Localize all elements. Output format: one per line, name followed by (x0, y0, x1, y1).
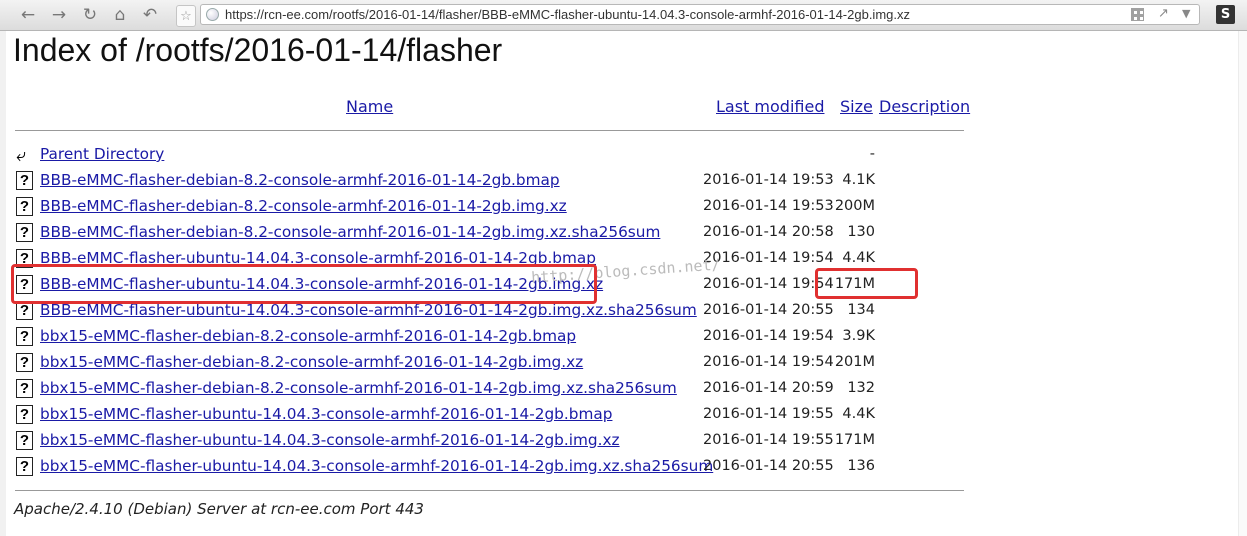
file-row: ? bbx15-eMMC-flasher-debian-8.2-console-a… (0, 377, 1000, 403)
home-icon[interactable]: ⌂ (108, 3, 132, 27)
file-modified: 2016-01-14 19:54 (703, 250, 834, 266)
back-icon[interactable]: ← (16, 3, 40, 27)
column-header-description[interactable]: Description (879, 97, 970, 116)
file-modified: 2016-01-14 19:54 (703, 354, 834, 370)
file-link[interactable]: bbx15-eMMC-flasher-debian-8.2-console-ar… (40, 353, 583, 371)
file-row: ? bbx15-eMMC-flasher-debian-8.2-console-a… (0, 351, 1000, 377)
file-row: ? BBB-eMMC-flasher-debian-8.2-console-arm… (0, 221, 1000, 247)
file-size: - (869, 146, 875, 162)
file-modified: 2016-01-14 20:59 (703, 380, 834, 396)
file-size: 134 (847, 302, 875, 318)
file-link[interactable]: bbx15-eMMC-flasher-ubuntu-14.04.3-consol… (40, 431, 620, 449)
unknown-file-icon: ? (16, 457, 33, 476)
file-size: 171M (834, 432, 875, 448)
file-modified: 2016-01-14 19:53 (703, 172, 834, 188)
file-row: ? bbx15-eMMC-flasher-debian-8.2-console-a… (0, 325, 1000, 351)
file-link[interactable]: bbx15-eMMC-flasher-debian-8.2-console-ar… (40, 327, 576, 345)
address-bar[interactable]: https://rcn-ee.com/rootfs/2016-01-14/fla… (200, 4, 1200, 25)
highlight-box-filename (11, 264, 597, 304)
file-modified: 2016-01-14 19:55 (703, 432, 834, 448)
unknown-file-icon: ? (16, 379, 33, 398)
column-header-name[interactable]: Name (346, 97, 393, 116)
unknown-file-icon: ? (16, 405, 33, 424)
file-row: ? bbx15-eMMC-flasher-ubuntu-14.04.3-conso… (0, 429, 1000, 455)
unknown-file-icon: ? (16, 223, 33, 242)
extension-button[interactable]: S (1216, 5, 1235, 24)
forward-icon[interactable]: → (47, 3, 71, 27)
highlight-box-size (815, 268, 918, 299)
file-size: 4.4K (842, 250, 875, 266)
file-link[interactable]: BBB-eMMC-flasher-debian-8.2-console-armh… (40, 223, 660, 241)
file-modified: 2016-01-14 19:55 (703, 406, 834, 422)
dropdown-icon[interactable]: ▼ (1182, 7, 1190, 20)
server-signature: Apache/2.4.10 (Debian) Server at rcn-ee.… (14, 500, 424, 518)
file-modified: 2016-01-14 20:58 (703, 224, 834, 240)
file-size: 4.4K (842, 406, 875, 422)
column-header-size[interactable]: Size (840, 97, 873, 116)
star-icon[interactable]: ☆ (176, 5, 196, 27)
reload-icon[interactable]: ↻ (78, 3, 102, 27)
undo-icon[interactable]: ↶ (138, 3, 162, 27)
file-size: 4.1K (842, 172, 875, 188)
file-size: 200M (834, 198, 875, 214)
unknown-file-icon: ? (16, 197, 33, 216)
file-link[interactable]: bbx15-eMMC-flasher-ubuntu-14.04.3-consol… (40, 405, 612, 423)
file-row: ? bbx15-eMMC-flasher-ubuntu-14.04.3-conso… (0, 455, 1000, 481)
scrollbar[interactable] (1238, 31, 1247, 536)
file-link[interactable]: bbx15-eMMC-flasher-ubuntu-14.04.3-consol… (40, 457, 713, 475)
url-text[interactable]: https://rcn-ee.com/rootfs/2016-01-14/fla… (225, 7, 910, 22)
file-row: ? bbx15-eMMC-flasher-ubuntu-14.04.3-conso… (0, 403, 1000, 429)
file-modified: 2016-01-14 19:53 (703, 198, 834, 214)
file-modified: 2016-01-14 19:54 (703, 328, 834, 344)
unknown-file-icon: ? (16, 431, 33, 450)
parent-directory-row: ⤶ Parent Directory - (0, 143, 1000, 169)
page-title: Index of /rootfs/2016-01-14/flasher (13, 32, 503, 68)
divider-bottom (15, 490, 964, 491)
unknown-file-icon: ? (16, 171, 33, 190)
browser-toolbar: ← → ↻ ⌂ ↶ ☆ https://rcn-ee.com/rootfs/20… (0, 0, 1247, 31)
unknown-file-icon: ? (16, 327, 33, 346)
file-row: ? BBB-eMMC-flasher-debian-8.2-console-arm… (0, 195, 1000, 221)
file-link[interactable]: BBB-eMMC-flasher-debian-8.2-console-armh… (40, 171, 560, 189)
file-link[interactable]: BBB-eMMC-flasher-debian-8.2-console-armh… (40, 197, 567, 215)
file-size: 132 (847, 380, 875, 396)
file-modified: 2016-01-14 20:55 (703, 458, 834, 474)
parent-directory-link[interactable]: Parent Directory (40, 145, 164, 163)
unknown-file-icon: ? (16, 353, 33, 372)
back-arrow-icon: ⤶ (16, 145, 27, 166)
column-header-last-modified[interactable]: Last modified (716, 97, 824, 116)
file-size: 130 (847, 224, 875, 240)
globe-icon (206, 8, 219, 21)
divider-top (15, 130, 964, 131)
file-size: 136 (847, 458, 875, 474)
file-size: 3.9K (842, 328, 875, 344)
file-modified: 2016-01-14 20:55 (703, 302, 834, 318)
file-link[interactable]: bbx15-eMMC-flasher-debian-8.2-console-ar… (40, 379, 677, 397)
share-icon[interactable]: ↗ (1158, 6, 1169, 21)
file-size: 201M (834, 354, 875, 370)
qr-icon[interactable] (1131, 8, 1144, 21)
file-row: ? BBB-eMMC-flasher-debian-8.2-console-arm… (0, 169, 1000, 195)
